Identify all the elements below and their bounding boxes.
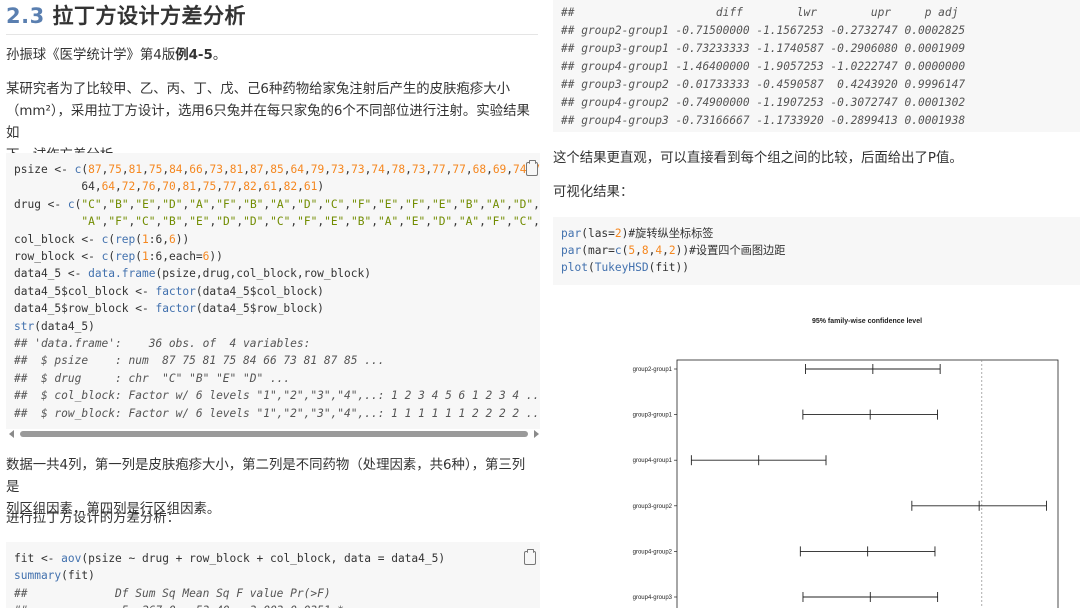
- code-line: 64,64,72,76,70,81,75,77,82,61,82,61): [14, 180, 325, 194]
- plot-title: 95% family-wise confidence level: [812, 318, 922, 325]
- code-scrollbar[interactable]: [6, 428, 540, 440]
- description-line: （mm²），采用拉丁方设计，选用6只兔并在每只家兔的6个不同部位进行注射。实验结…: [6, 104, 530, 141]
- y-tick-label: group4-group1: [633, 458, 673, 464]
- code-line: ## $ psize : num 87 75 81 75 84 66 73 81…: [14, 354, 385, 368]
- scroll-left-icon[interactable]: [9, 430, 14, 438]
- tukey-plot: 95% family-wise confidence level group2-…: [600, 305, 1075, 608]
- copy-icon[interactable]: [526, 160, 538, 176]
- result-text: 这个结果更直观，可以直接看到每个组之间的比较，后面给出了P值。: [553, 151, 963, 166]
- copy-icon[interactable]: [524, 549, 536, 565]
- tukey-output-line: ## group3-group2 -0.01733333 -0.4590587 …: [561, 78, 966, 91]
- tukey-output-line: ## group4-group1 -1.46400000 -1.9057253 …: [561, 60, 966, 73]
- tukey-output-line: ## group4-group2 -0.74900000 -1.1907253 …: [561, 96, 966, 109]
- code-line: str(data4_5): [14, 319, 95, 333]
- code-line: ## 5 267.0 53.40 3.003 0.0351 *: [14, 602, 344, 608]
- code-line: row_block <- c(rep(1:6,each=6)): [14, 250, 223, 263]
- scroll-right-icon[interactable]: [534, 430, 539, 438]
- code-block-anova: fit <- aov(psize ~ drug + row_block + co…: [6, 542, 540, 608]
- tukey-output-line: ## diff lwr upr p adj: [561, 6, 959, 19]
- code-line: "A","F","C","B","E","D","D","C","F","E",…: [81, 215, 540, 229]
- code-line: psize <- c(87,75,81,75,84,66,73,81,87,85…: [14, 163, 540, 176]
- description-line: 某研究者为了比较甲、乙、丙、丁、戊、己6种药物给家兔注射后产生的皮肤疱疹大小: [6, 82, 510, 97]
- intro-end: 。: [212, 48, 227, 63]
- code-block-plot: par(las=2)#旋转纵坐标标签 par(mar=c(5,8,4,2))#设置…: [553, 217, 1080, 285]
- y-tick-label: group4-group2: [633, 549, 673, 555]
- anova-intro: 进行拉丁方设计的方差分析：: [6, 511, 181, 526]
- code-line: ## 'data.frame': 36 obs. of 4 variables:: [14, 337, 311, 350]
- y-tick-label: group3-group1: [633, 413, 673, 419]
- intro-text: 孙振球《医学统计学》第4版: [6, 48, 176, 63]
- data-explain-line: 数据一共4列，第一列是皮肤疱疹大小，第二列是不同药物（处理因素，共6种），第三列…: [6, 458, 526, 495]
- scroll-thumb[interactable]: [20, 431, 528, 437]
- code-block-data: psize <- c(87,75,81,75,84,66,73,81,87,85…: [6, 153, 540, 429]
- viz-label: 可视化结果：: [553, 185, 634, 200]
- tukey-output-line: ## group3-group1 -0.73233333 -1.1740587 …: [561, 42, 966, 55]
- intro-paragraph: 孙振球《医学统计学》第4版例4-5。: [6, 45, 538, 67]
- code-line: data4_5$row_block <- factor(data4_5$row_…: [14, 302, 324, 316]
- section-number: 2.3: [6, 4, 45, 28]
- tukey-output-block: ## diff lwr upr p adj ## group2-group1 -0…: [553, 0, 1080, 132]
- y-tick-label: group3-group2: [633, 504, 673, 510]
- code-line: ## $ col_block: Factor w/ 6 levels "1","…: [14, 389, 540, 403]
- y-tick-label: group4-group3: [633, 595, 673, 601]
- code-line: col_block <- c(rep(1:6,6)): [14, 232, 190, 246]
- code-line: ## Df Sum Sq Mean Sq F value Pr(>F): [14, 586, 331, 600]
- intro-example: 例4-5: [175, 48, 213, 63]
- code-line: ## $ drug : chr "C" "B" "E" "D" ...: [14, 371, 291, 385]
- y-tick-label: group2-group1: [633, 367, 673, 373]
- section-title: 拉丁方设计方差分析: [52, 4, 247, 28]
- code-line: data4_5$col_block <- factor(data4_5$col_…: [14, 284, 324, 298]
- tukey-output-line: ## group2-group1 -0.71500000 -1.1567253 …: [561, 24, 966, 37]
- left-column: 2.3 拉丁方设计方差分析 孙振球《医学统计学》第4版例4-5。 某研究者为了比…: [0, 0, 548, 608]
- code-line: fit <- aov(psize ~ drug + row_block + co…: [14, 552, 446, 565]
- code-line: data4_5 <- data.frame(psize,drug,col_blo…: [14, 267, 371, 281]
- plot-frame: [676, 359, 1059, 608]
- code-line: par(las=2)#旋转纵坐标标签: [561, 227, 714, 240]
- code-line: plot(TukeyHSD(fit)): [561, 261, 690, 274]
- code-line: drug <- c("C","B","E","D","A","F","B","A…: [14, 197, 540, 211]
- section-heading: 2.3 拉丁方设计方差分析: [6, 0, 246, 30]
- heading-divider: [6, 34, 538, 35]
- tukey-plot-svg: 95% family-wise confidence level group2-…: [633, 318, 1059, 608]
- code-line: par(mar=c(5,8,4,2))#设置四个画图边距: [561, 244, 786, 257]
- code-line: ## $ row_block: Factor w/ 6 levels "1","…: [14, 406, 540, 420]
- code-line: summary(fit): [14, 569, 95, 583]
- tukey-output-line: ## group4-group3 -0.73166667 -1.1733920 …: [561, 114, 966, 127]
